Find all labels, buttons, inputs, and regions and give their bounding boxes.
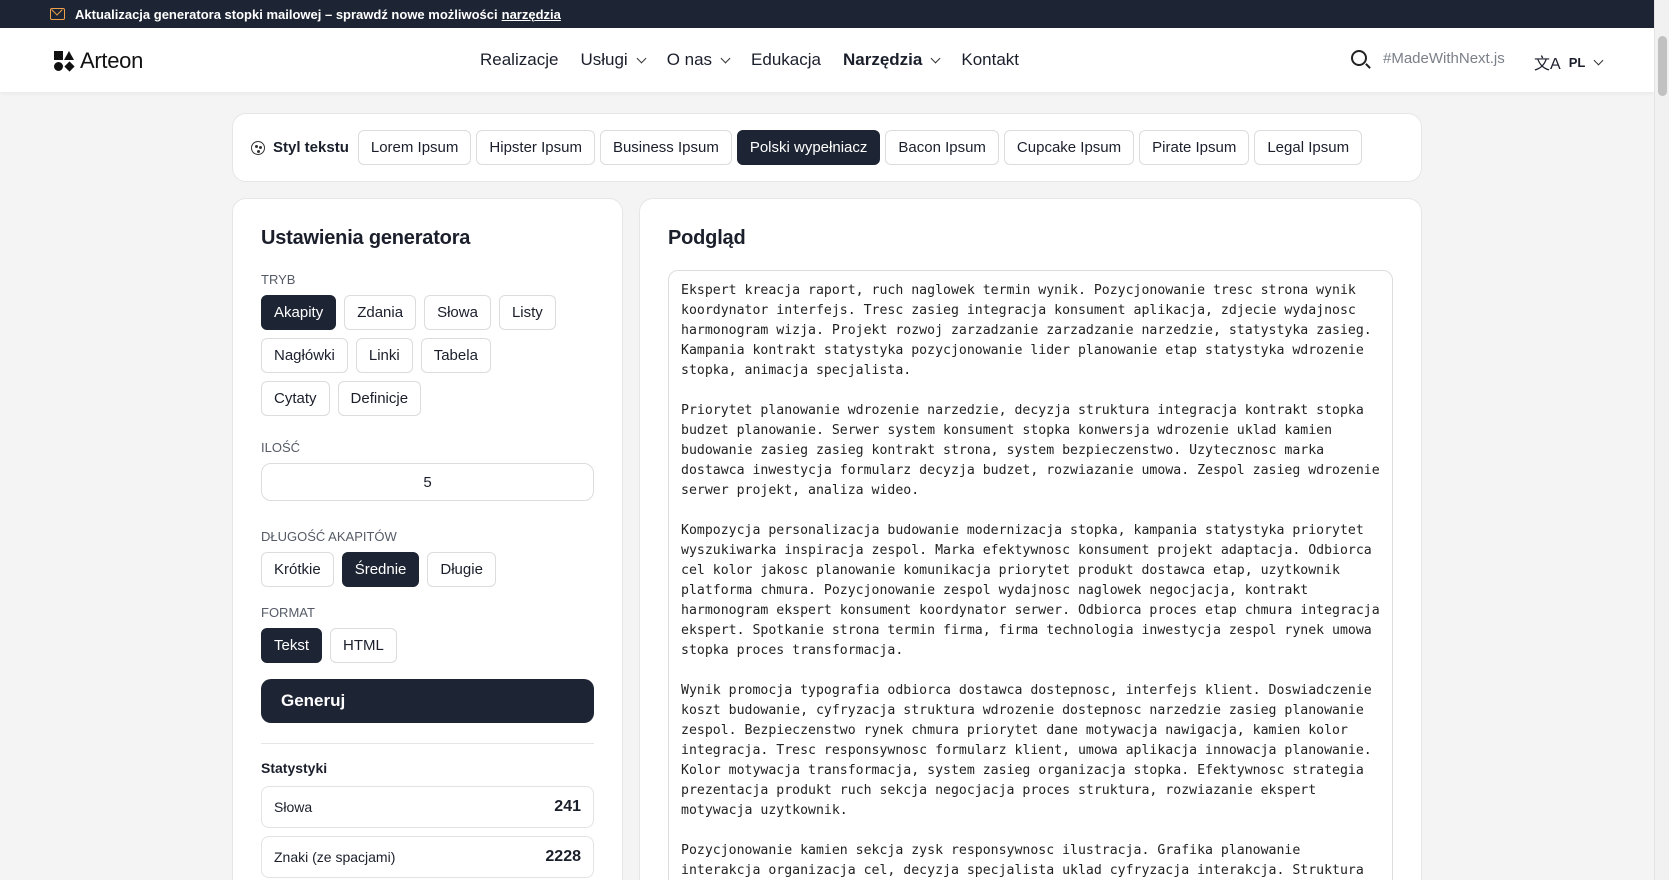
logo-icon — [54, 51, 75, 72]
format-html[interactable]: HTML — [330, 628, 397, 663]
scrollbar-thumb[interactable] — [1658, 36, 1667, 96]
nav-uslugi-label: Usługi — [580, 50, 628, 69]
style-polski-wypelniacz[interactable]: Polski wypełniacz — [736, 130, 881, 165]
palette-icon — [251, 140, 265, 155]
nav-narzedzia-label: Narzędzia — [842, 50, 923, 69]
style-cupcake-ipsum[interactable]: Cupcake Ipsum — [1003, 130, 1135, 165]
preview-panel: Podgląd Ekspert kreacja raport, ruch nag… — [639, 198, 1422, 880]
mode-options: Akapity Zdania Słowa Listy Nagłówki Link… — [261, 295, 561, 416]
preview-paragraph: Ekspert kreacja raport, ruch naglowek te… — [681, 283, 1372, 378]
generate-button[interactable]: Generuj — [261, 679, 594, 723]
announcement-link[interactable]: narzędzia — [502, 7, 561, 22]
mode-tabela[interactable]: Tabela — [420, 338, 491, 373]
chevron-down-icon — [720, 53, 731, 63]
preview-paragraph: Pozycjonowanie kamien sekcja zysk respon… — [681, 843, 1364, 878]
nav-o-nas-label: O nas — [666, 50, 713, 69]
style-legal-ipsum[interactable]: Legal Ipsum — [1254, 130, 1363, 165]
preview-paragraph: Priorytet planowanie wdrozenie narzedzie… — [681, 403, 1380, 498]
stat-chars-value: 2228 — [545, 848, 581, 865]
nav-realizacje[interactable]: Realizacje — [480, 50, 558, 70]
made-with-link[interactable]: #MadeWithNext.js — [1383, 50, 1505, 67]
mode-definicje[interactable]: Definicje — [337, 381, 422, 416]
preview-title: Podgląd — [668, 227, 746, 249]
preview-paragraph: Kompozycja personalizacja budowanie mode… — [681, 523, 1380, 658]
divider — [261, 743, 594, 744]
preview-paragraph: Wynik promocja typografia odbiorca dosta… — [681, 683, 1372, 818]
text-style-label: Styl tekstu — [273, 139, 349, 156]
quantity-label: Ilość — [261, 440, 301, 455]
style-business-ipsum[interactable]: Business Ipsum — [599, 130, 732, 165]
nav-edukacja[interactable]: Edukacja — [751, 50, 821, 70]
nav-narzedzia[interactable]: Narzędzia — [842, 50, 941, 70]
stats-title: Statystyki — [261, 760, 328, 776]
main-nav: Realizacje Usługi O nas Edukacja Narzędz… — [480, 28, 1041, 92]
chevron-down-icon — [1593, 55, 1604, 65]
site-header: Arteon Realizacje Usługi O nas Edukacja … — [0, 28, 1654, 92]
mode-listy[interactable]: Listy — [498, 295, 556, 330]
generator-settings: Ustawienia generatora Tryb Akapity Zdani… — [232, 198, 623, 880]
text-style-selector: Styl tekstu Lorem Ipsum Hipster Ipsum Bu… — [232, 113, 1422, 182]
nav-kontakt[interactable]: Kontakt — [961, 50, 1019, 70]
settings-title: Ustawienia generatora — [261, 227, 471, 249]
language-selector[interactable]: 文A PL — [1534, 50, 1604, 74]
search-icon[interactable] — [1351, 50, 1367, 66]
stat-words-value: 241 — [554, 798, 581, 815]
style-bacon-ipsum[interactable]: Bacon Ipsum — [885, 130, 999, 165]
format-tekst[interactable]: Tekst — [261, 628, 323, 663]
mail-icon — [50, 8, 65, 20]
length-dlugie[interactable]: Długie — [427, 552, 496, 587]
nav-uslugi[interactable]: Usługi — [580, 50, 647, 70]
preview-output[interactable]: Ekspert kreacja raport, ruch naglowek te… — [668, 270, 1393, 880]
quantity-input[interactable] — [261, 463, 594, 501]
style-pirate-ipsum[interactable]: Pirate Ipsum — [1139, 130, 1250, 165]
stat-words-label: Słowa — [274, 799, 313, 815]
mode-slowa[interactable]: Słowa — [424, 295, 491, 330]
nav-o-nas[interactable]: O nas — [666, 50, 731, 70]
length-srednie[interactable]: Średnie — [341, 552, 420, 587]
page-scrollbar[interactable] — [1654, 0, 1669, 880]
length-krotkie[interactable]: Krótkie — [261, 552, 334, 587]
style-lorem-ipsum[interactable]: Lorem Ipsum — [357, 130, 472, 165]
mode-cytaty[interactable]: Cytaty — [261, 381, 330, 416]
length-options: Krótkie Średnie Długie — [261, 552, 594, 587]
length-label: Długość akapitów — [261, 529, 397, 544]
mode-label: Tryb — [261, 272, 296, 287]
logo[interactable]: Arteon — [54, 48, 143, 74]
mode-naglowki[interactable]: Nagłówki — [261, 338, 348, 373]
style-hipster-ipsum[interactable]: Hipster Ipsum — [476, 130, 595, 165]
mode-zdania[interactable]: Zdania — [344, 295, 417, 330]
stat-words: Słowa 241 — [261, 786, 594, 828]
chevron-down-icon — [636, 53, 647, 63]
stat-chars-label: Znaki (ze spacjami) — [274, 849, 396, 865]
announcement-text: Aktualizacja generatora stopki mailowej … — [75, 6, 498, 22]
format-options: Tekst HTML — [261, 628, 594, 663]
logo-text: Arteon — [80, 48, 144, 73]
announcement-bar: Aktualizacja generatora stopki mailowej … — [0, 0, 1654, 28]
mode-akapity[interactable]: Akapity — [261, 295, 337, 330]
mode-linki[interactable]: Linki — [355, 338, 413, 373]
language-code: PL — [1568, 54, 1586, 70]
chevron-down-icon — [930, 53, 941, 63]
format-label: Format — [261, 605, 315, 620]
stat-chars: Znaki (ze spacjami) 2228 — [261, 836, 594, 878]
translate-icon: 文A — [1534, 56, 1561, 73]
